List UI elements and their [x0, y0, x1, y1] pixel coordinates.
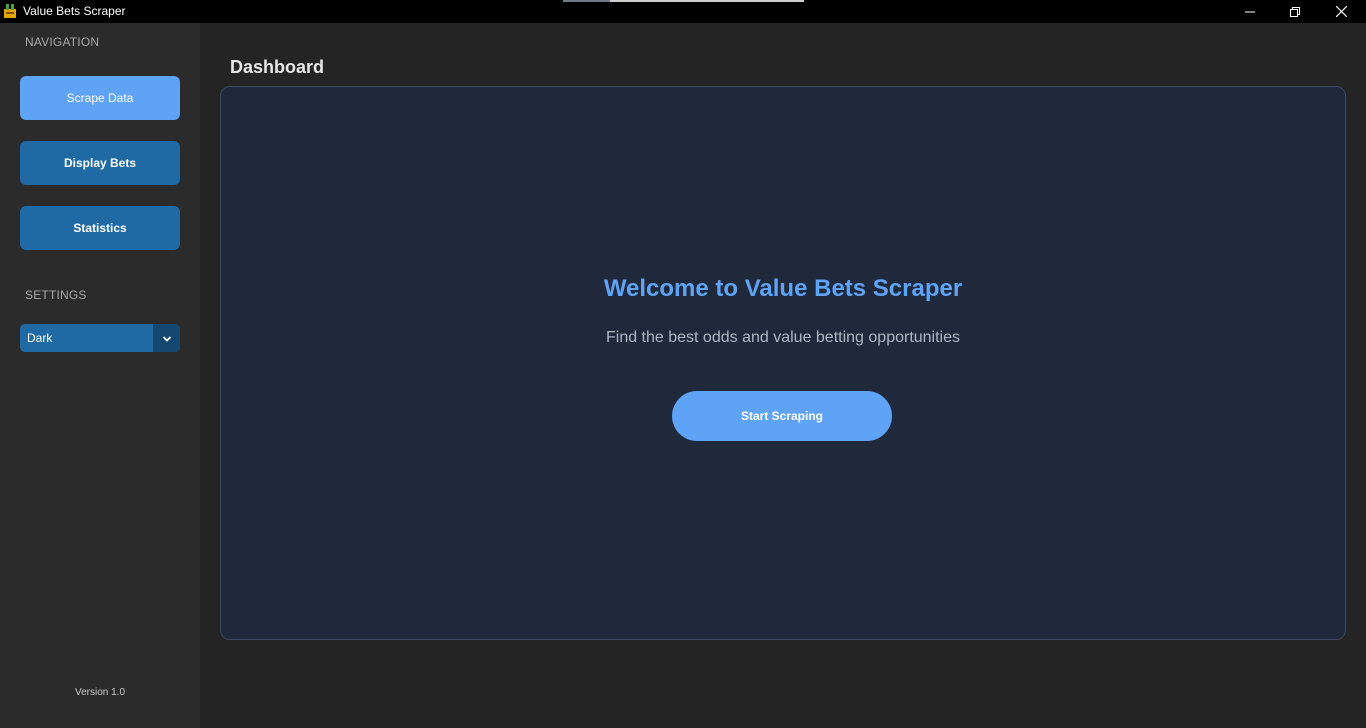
settings-heading: SETTINGS — [25, 288, 87, 302]
welcome-subtitle: Find the best odds and value betting opp… — [605, 329, 961, 346]
theme-select-value: Dark — [27, 331, 53, 345]
sidebar: NAVIGATION Scrape Data Display Bets Stat… — [0, 23, 200, 728]
restore-button[interactable] — [1272, 0, 1318, 23]
app-window: Value Bets Scraper NAVIGATION Scrape Dat… — [0, 0, 1366, 728]
navigation-heading: NAVIGATION — [25, 35, 100, 49]
statistics-button[interactable]: Statistics — [20, 206, 180, 250]
close-button[interactable] — [1318, 0, 1364, 23]
chevron-down-icon — [162, 329, 172, 347]
welcome-heading: Welcome to Value Bets Scraper — [603, 275, 963, 302]
scrape-data-button[interactable]: Scrape Data — [20, 76, 180, 120]
title-bar-accent — [563, 0, 804, 2]
window-title: Value Bets Scraper — [23, 4, 126, 18]
minimize-icon — [1245, 7, 1255, 17]
minimize-button[interactable] — [1227, 0, 1273, 23]
title-bar: Value Bets Scraper — [0, 0, 1366, 23]
display-bets-button[interactable]: Display Bets — [20, 141, 180, 185]
close-icon — [1335, 6, 1347, 17]
start-scraping-button[interactable]: Start Scraping — [672, 391, 892, 441]
app-icon — [3, 3, 17, 19]
version-label: Version 1.0 — [74, 687, 126, 698]
restore-icon — [1290, 6, 1300, 17]
theme-select[interactable]: Dark — [20, 324, 180, 352]
theme-select-dropdown-button[interactable] — [153, 324, 180, 352]
welcome-panel: Welcome to Value Bets Scraper Find the b… — [220, 86, 1346, 640]
page-title: Dashboard — [230, 57, 325, 77]
